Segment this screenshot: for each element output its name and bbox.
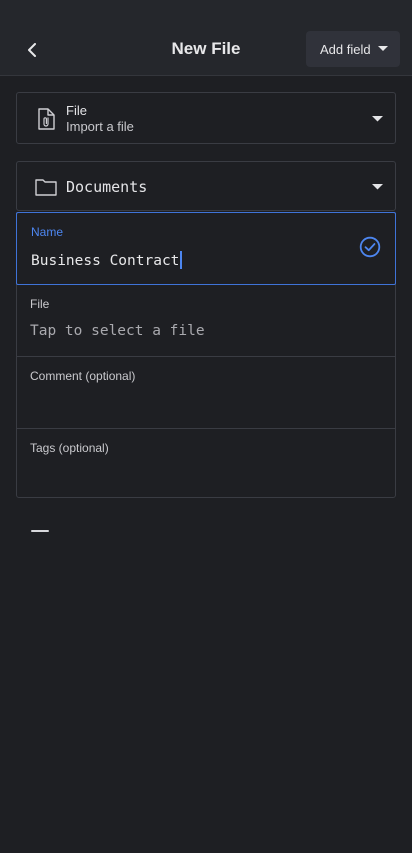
name-input-value: Business Contract: [31, 253, 180, 269]
app-header: New File Add field: [0, 0, 412, 76]
check-circle-icon: [359, 236, 381, 258]
minus-icon: [31, 530, 49, 532]
file-picker[interactable]: Tap to select a file: [30, 323, 350, 339]
caret-down-icon: [372, 116, 383, 122]
file-attachment-icon: [38, 108, 55, 130]
item-type-subtitle: Import a file: [66, 119, 134, 134]
item-type-dropdown[interactable]: File Import a file: [16, 92, 396, 144]
form-fields: Name Business Contract File Tap to selec…: [16, 212, 396, 498]
file-field[interactable]: File Tap to select a file: [16, 285, 396, 357]
name-field-label: Name: [31, 225, 64, 239]
folder-dropdown[interactable]: Documents: [16, 161, 396, 211]
folder-icon: [35, 179, 57, 196]
caret-down-icon: [372, 184, 383, 190]
comment-field-label: Comment (optional): [30, 369, 136, 383]
name-input[interactable]: Business Contract: [31, 251, 351, 269]
file-field-label: File: [30, 297, 50, 311]
add-field-label: Add field: [320, 41, 371, 57]
tags-field[interactable]: Tags (optional): [16, 429, 396, 499]
item-type-title: File: [66, 103, 87, 118]
add-field-button[interactable]: Add field: [306, 31, 400, 67]
tags-field-label: Tags (optional): [30, 441, 109, 455]
text-cursor: [180, 251, 183, 269]
comment-field[interactable]: Comment (optional): [16, 357, 396, 429]
folder-label: Documents: [66, 178, 148, 196]
caret-down-icon: [377, 46, 388, 51]
name-field[interactable]: Name Business Contract: [16, 212, 396, 285]
